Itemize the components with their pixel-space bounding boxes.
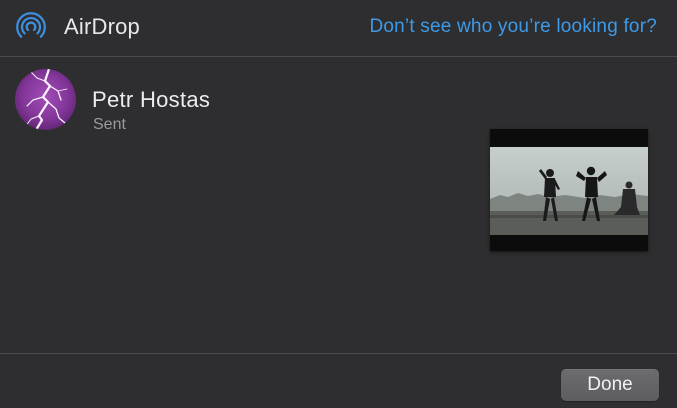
recipient-status: Sent (93, 116, 126, 133)
airdrop-window: AirDrop Don’t see who you’re looking for… (0, 0, 677, 408)
help-link[interactable]: Don’t see who you’re looking for? (369, 16, 657, 38)
airdrop-title: AirDrop (64, 14, 140, 39)
airdrop-header: AirDrop Don’t see who you’re looking for… (0, 0, 677, 57)
airdrop-icon (16, 12, 46, 38)
done-button[interactable]: Done (561, 369, 659, 401)
lightning-avatar-icon (15, 69, 76, 130)
footer-divider (0, 353, 677, 354)
video-thumbnail (490, 129, 648, 251)
recipient-name: Petr Hostas (92, 87, 211, 112)
avatar (15, 69, 76, 130)
